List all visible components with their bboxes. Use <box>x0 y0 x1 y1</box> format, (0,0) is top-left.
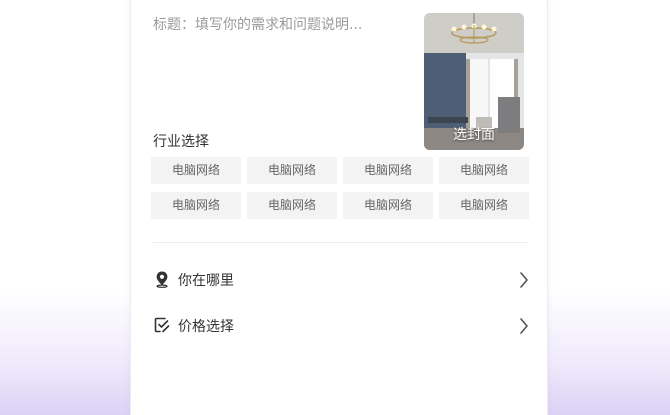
industry-tag[interactable]: 电脑网络 <box>439 192 529 219</box>
chevron-right-icon <box>520 318 528 334</box>
price-tag-edit-icon <box>154 317 170 333</box>
industry-tag[interactable]: 电脑网络 <box>343 192 433 219</box>
location-pin-icon <box>156 271 168 288</box>
industry-tag[interactable]: 电脑网络 <box>343 157 433 184</box>
industry-tag[interactable]: 电脑网络 <box>247 157 337 184</box>
industry-tag-grid: 电脑网络 电脑网络 电脑网络 电脑网络 电脑网络 电脑网络 电脑网络 电脑网络 <box>151 157 531 219</box>
industry-tag[interactable]: 电脑网络 <box>151 157 241 184</box>
chevron-right-icon <box>520 272 528 288</box>
location-row[interactable]: 你在哪里 <box>153 268 537 292</box>
industry-tag[interactable]: 电脑网络 <box>439 157 529 184</box>
divider <box>153 242 527 243</box>
publish-card: 标题：填写你的需求和问题说明... 选封面 行业选择 电脑网络 电脑网络 电脑网… <box>131 0 547 415</box>
price-label: 价格选择 <box>178 319 234 335</box>
price-row[interactable]: 价格选择 <box>153 314 537 338</box>
title-input[interactable]: 标题：填写你的需求和问题说明... <box>153 14 362 34</box>
location-label: 你在哪里 <box>178 273 234 289</box>
cover-label: 选封面 <box>453 127 495 143</box>
industry-section-label: 行业选择 <box>153 134 209 150</box>
industry-tag[interactable]: 电脑网络 <box>151 192 241 219</box>
cover-picker[interactable]: 选封面 <box>424 13 524 150</box>
industry-tag[interactable]: 电脑网络 <box>247 192 337 219</box>
